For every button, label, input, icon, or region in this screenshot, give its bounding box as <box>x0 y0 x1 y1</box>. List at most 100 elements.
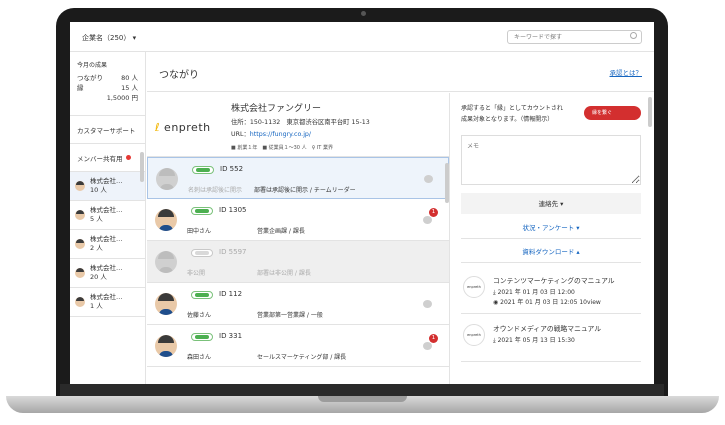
person-dept: 営業企画課 / 課長 <box>257 228 305 235</box>
connection-list: ℓ enpreth 株式会社ファングリー 住所：150-1132 東京都渋谷区南… <box>147 93 450 384</box>
tab-customer-support[interactable]: カスタマーサポート <box>70 116 145 144</box>
sidebar-group-item[interactable]: 株式会社… 2 人 <box>70 230 145 259</box>
group-text: 株式会社… 1 人 <box>90 293 123 311</box>
avatar <box>75 210 85 220</box>
sidebar-group-item[interactable]: 株式会社… 5 人 <box>70 201 145 230</box>
avatar <box>75 239 85 249</box>
company-info: ℓ enpreth 株式会社ファングリー 住所：150-1132 東京都渋谷区南… <box>147 93 449 157</box>
group-name: 株式会社… <box>90 264 123 272</box>
group-name: 株式会社… <box>90 206 123 214</box>
avatar <box>156 168 178 190</box>
person-dept: 営業部第一営業課 / 一般 <box>257 312 323 319</box>
person-id: ID 552 <box>220 165 244 173</box>
group-count: 10 人 <box>90 186 107 194</box>
chat-icon[interactable] <box>423 216 432 224</box>
company-name: 株式会社ファングリー <box>231 104 322 114</box>
download-date-row: ⤓ 2021 年 01 月 03 日 12:00 <box>493 287 575 297</box>
status-toggle[interactable] <box>191 333 213 341</box>
logo-text: enpreth <box>164 121 211 134</box>
person-id: ID 5597 <box>219 248 247 256</box>
company-url-row: URL：https://fungry.co.jp/ <box>231 129 311 138</box>
avatar <box>155 209 177 231</box>
enpreth-logo-icon: enpreth <box>463 276 485 298</box>
note-line: 承認すると「縁」としてカウントされ <box>461 105 563 112</box>
connect-button[interactable]: 縁を繋ぐ <box>584 106 641 120</box>
detail-scrollbar[interactable] <box>648 97 652 127</box>
company-logo: ℓ enpreth <box>155 121 211 134</box>
list-item[interactable]: ID 5597 非公開 部署は非公開 / 課長 <box>147 241 449 283</box>
company-meta: ■ 創業１年 ■ 従業員１〜30 人 ♀ IT 業界 <box>231 145 333 151</box>
group-count: 5 人 <box>90 215 103 223</box>
group-count: 20 人 <box>90 273 107 281</box>
app-screen: 企業名（250） ▾ 今月の成果 つながり80 人 縁15 人 1,5000 円… <box>70 22 654 384</box>
chat-icon[interactable] <box>423 342 432 350</box>
stat-value: 15 人 <box>121 84 138 92</box>
stat-row: 1,5000 円 <box>77 93 138 103</box>
chat-icon[interactable] <box>423 300 432 308</box>
laptop-notch <box>318 396 407 402</box>
help-link[interactable]: 承認とは？ <box>610 67 643 77</box>
tab-label: メンバー共有用 <box>77 154 123 163</box>
camera <box>361 11 366 16</box>
search-input[interactable] <box>507 30 642 44</box>
sidebar-group-item[interactable]: 株式会社… 10 人 <box>70 172 145 201</box>
sidebar-scrollbar[interactable] <box>140 152 144 182</box>
monthly-stats: 今月の成果 つながり 80 人 縁 15 人 1,5000 円 <box>70 52 145 116</box>
stat-label: つながり <box>77 74 103 82</box>
document-item[interactable]: enpreth オウンドメディアの戦略マニュアル ⤓ 2021 年 05 月 1… <box>461 314 641 362</box>
list-item[interactable]: ID 1305 田中さん 営業企画課 / 課長 1 <box>147 199 449 241</box>
stats-title: 今月の成果 <box>77 62 108 69</box>
status-toggle[interactable] <box>192 166 214 174</box>
person-id: ID 112 <box>219 290 243 298</box>
memo-field[interactable] <box>461 135 641 185</box>
notification-dot <box>125 155 131 160</box>
group-text: 株式会社… 2 人 <box>90 235 123 253</box>
sidebar-group-item[interactable]: 株式会社… 1 人 <box>70 288 145 317</box>
tab-member-share[interactable]: メンバー共有用 <box>70 144 145 172</box>
document-title: オウンドメディアの戦略マニュアル <box>493 325 602 333</box>
main-panel: つながり 承認とは？ ℓ enpreth 株式会社ファングリー 住所：150-1… <box>147 52 654 384</box>
unread-badge: 1 <box>429 208 438 217</box>
status-toggle[interactable] <box>191 207 213 215</box>
unread-badge: 1 <box>429 334 438 343</box>
group-text: 株式会社… 5 人 <box>90 206 123 224</box>
avatar <box>75 297 85 307</box>
group-count: 2 人 <box>90 244 103 252</box>
person-dept: セールスマーケティング部 / 課長 <box>257 354 347 361</box>
view-count: 10view <box>579 299 601 306</box>
chat-icon[interactable] <box>424 175 433 183</box>
download-date: 2021 年 05 月 13 日 15:30 <box>497 337 575 344</box>
group-name: 株式会社… <box>90 293 123 301</box>
search-icon[interactable] <box>630 32 637 39</box>
connect-button-label: 縁を繋ぐ <box>592 110 613 116</box>
downloads-accordion[interactable]: 資料ダウンロード ▴ <box>461 241 641 263</box>
list-item[interactable]: ID 112 佐藤さん 営業部第一営業課 / 一般 <box>147 283 449 325</box>
avatar <box>155 293 177 315</box>
sidebar-group-item[interactable]: 株式会社… 20 人 <box>70 259 145 288</box>
list-item[interactable]: ID 331 森田さん セールスマーケティング部 / 課長 1 <box>147 325 449 367</box>
stat-amount: 1,5000 円 <box>106 94 138 102</box>
company-selector[interactable]: 企業名（250） ▾ <box>82 33 136 43</box>
list-item[interactable]: ID 552 名刺は承認後に開示 部署は承認後に開示 / チームリーダー <box>147 157 449 199</box>
status-toggle[interactable] <box>191 249 213 257</box>
status-toggle[interactable] <box>191 291 213 299</box>
download-date-row: ⤓ 2021 年 05 月 13 日 15:30 <box>493 335 575 345</box>
detail-panel: 承認すると「縁」としてカウントされ成果対象となります。（情報開示） 縁を繋ぐ 連… <box>451 93 654 384</box>
enpreth-logo-icon: enpreth <box>463 324 485 346</box>
list-scrollbar[interactable] <box>445 163 449 203</box>
company-url-link[interactable]: https://fungry.co.jp/ <box>250 131 311 138</box>
stat-label: 縁 <box>77 84 84 92</box>
avatar <box>155 251 177 273</box>
group-count: 1 人 <box>90 302 103 310</box>
note-line: 成果対象となります。（情報開示） <box>461 116 554 123</box>
sidebar: 今月の成果 つながり 80 人 縁 15 人 1,5000 円 カスタマーサポート … <box>70 52 146 384</box>
document-item[interactable]: enpreth コンテンツマーケティングのマニュアル ⤓ 2021 年 01 月… <box>461 266 641 314</box>
stat-value: 80 人 <box>121 74 138 82</box>
person-dept: 部署は承認後に開示 / チームリーダー <box>254 187 356 194</box>
group-text: 株式会社… 10 人 <box>90 177 123 195</box>
main-header: つながり 承認とは？ <box>147 52 654 92</box>
person-name: 非公開 <box>187 270 206 277</box>
stat-row: 縁 15 人 <box>77 83 138 93</box>
contact-accordion[interactable]: 連絡先 ▾ <box>461 193 641 215</box>
status-accordion[interactable]: 状況・アンケート ▾ <box>461 217 641 239</box>
